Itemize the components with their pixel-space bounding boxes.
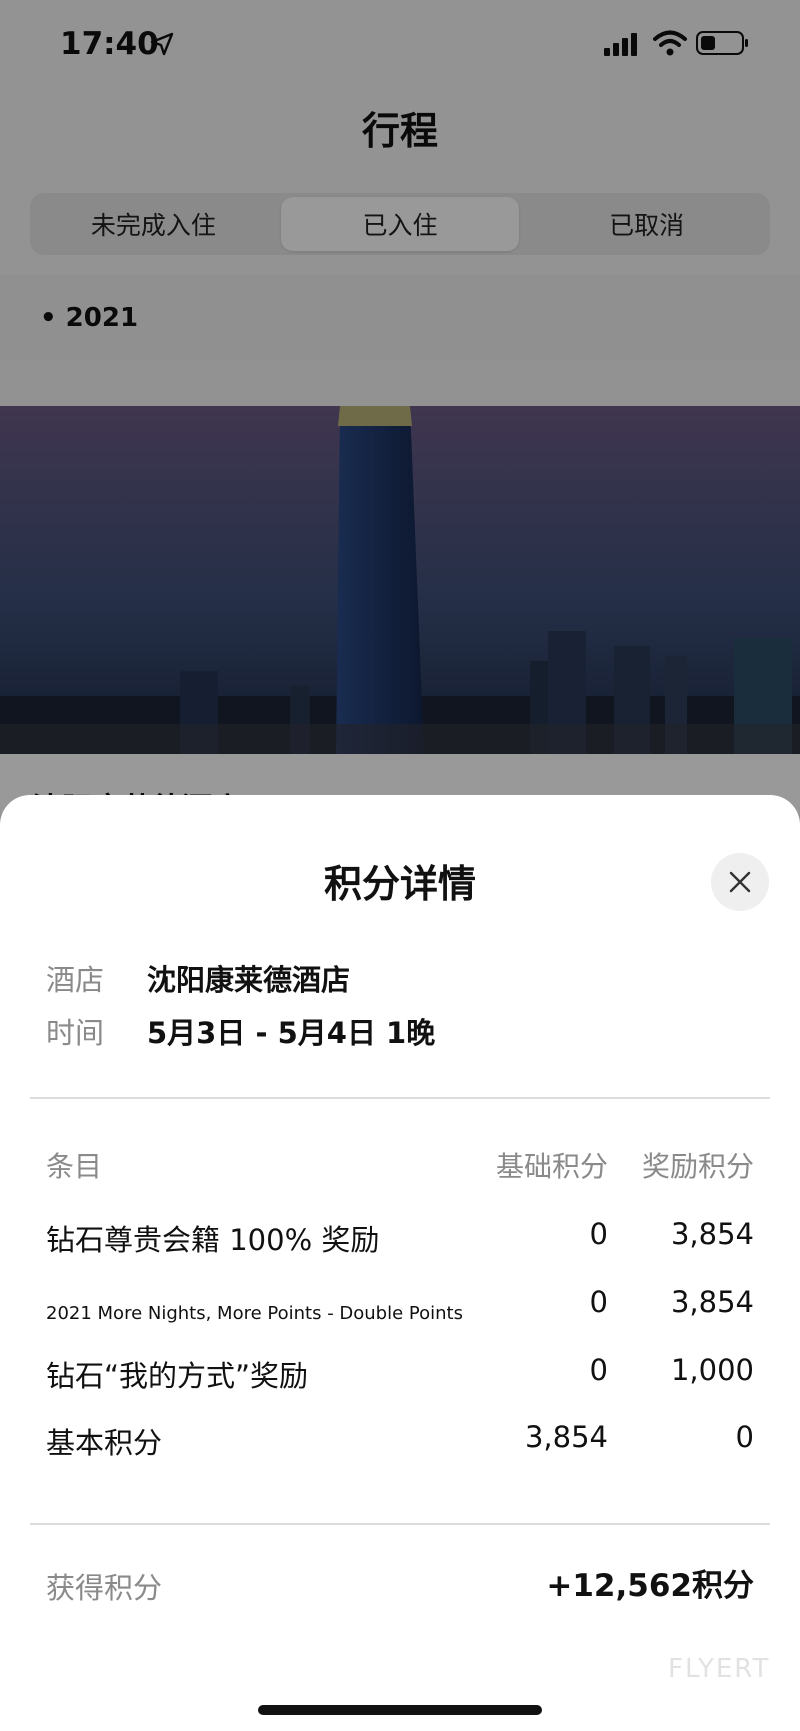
hotel-label: 酒店 <box>46 963 105 997</box>
column-header-base-points: 基础积分 <box>495 1150 608 1183</box>
table-row-label: 基本积分 <box>46 1426 163 1460</box>
table-row-base: 0 <box>589 1353 608 1387</box>
close-button[interactable] <box>711 853 769 911</box>
watermark-logo: FLYERT <box>668 1654 771 1684</box>
column-header-item: 条目 <box>46 1150 103 1183</box>
total-points-value: +12,562积分 <box>546 1568 754 1604</box>
sheet-title: 积分详情 <box>323 862 476 906</box>
table-row-bonus: 3,854 <box>670 1217 754 1251</box>
table-row-base: 0 <box>589 1285 608 1319</box>
table-row-bonus: 1,000 <box>670 1353 754 1387</box>
divider <box>30 1097 770 1099</box>
time-value: 5月3日 - 5月4日 1晚 <box>147 1016 436 1050</box>
close-icon <box>729 871 751 893</box>
table-row-base: 0 <box>589 1217 608 1251</box>
points-detail-sheet: 积分详情 酒店 沈阳康莱德酒店 时间 5月3日 - 5月4日 1晚 条目 基础积… <box>0 795 800 1731</box>
table-row-label: 2021 More Nights, More Points - Double P… <box>46 1303 463 1324</box>
total-points-label: 获得积分 <box>46 1571 163 1605</box>
divider <box>30 1523 770 1525</box>
table-row-base: 3,854 <box>524 1420 608 1454</box>
home-indicator[interactable] <box>258 1705 542 1715</box>
table-row-label: 钻石“我的方式”奖励 <box>46 1359 309 1393</box>
table-row-bonus: 0 <box>735 1420 754 1454</box>
hotel-value: 沈阳康莱德酒店 <box>147 963 351 997</box>
column-header-bonus-points: 奖励积分 <box>641 1150 754 1183</box>
table-row-bonus: 3,854 <box>670 1285 754 1319</box>
time-label: 时间 <box>46 1016 105 1050</box>
table-row-label: 钻石尊贵会籍 100% 奖励 <box>46 1223 380 1257</box>
